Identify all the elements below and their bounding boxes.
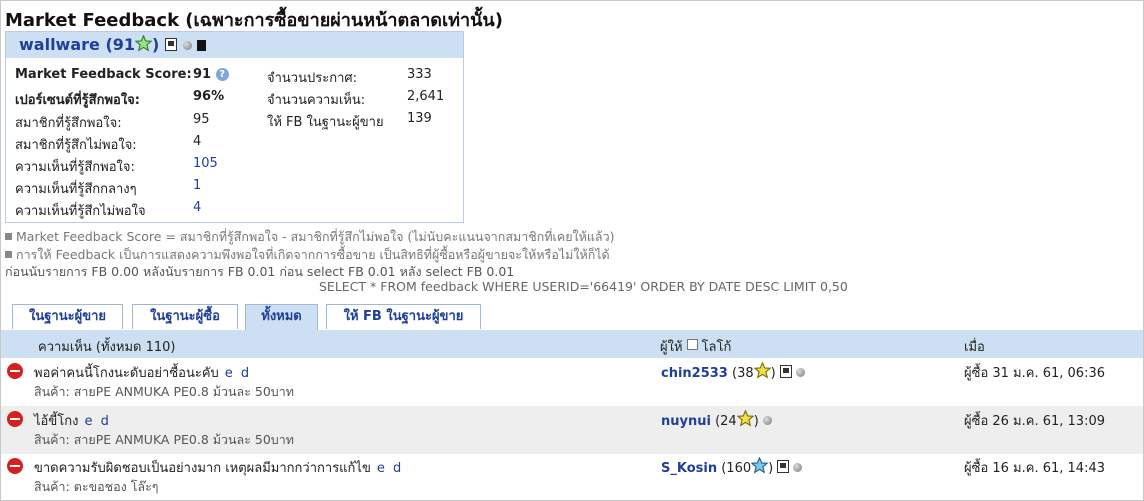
- help-icon[interactable]: ?: [215, 68, 229, 81]
- stat-label-score: Market Feedback Score:: [15, 67, 192, 82]
- status-dot-icon: [795, 368, 805, 377]
- user-score: (91: [105, 35, 136, 54]
- note-text: การให้ Feedback เป็นการแสดงความพึงพอใจที…: [16, 247, 610, 262]
- comment-body: ขาดความรับผิดชอบเป็นอย่างมาก เหตุผลมีมาก…: [34, 461, 371, 476]
- stat-label-comments-pos: ความเห็นที่รู้สึกพอใจ:: [15, 160, 135, 175]
- column-logo-label: โลโก้: [701, 340, 732, 355]
- giver-name-link[interactable]: S_Kosin: [661, 461, 717, 476]
- star-icon: [736, 409, 755, 431]
- user-feedback-card: wallware (91) Market Feedback Score: 91 …: [5, 31, 464, 223]
- comment-body: พอค่าคนนี้โกงนะดับอย่าซื้อนะคับ: [34, 366, 219, 381]
- giver-name-link[interactable]: chin2533: [661, 366, 728, 381]
- stat-label-comments-total: จำนวนความเห็น:: [267, 93, 366, 108]
- stat-value-fb-as-seller: 139: [407, 111, 432, 126]
- feedback-date: ผู้ซื้อ 31 ม.ค. 61, 06:36: [964, 366, 1105, 381]
- tab-given-as-seller[interactable]: ให้ FB ในฐานะผู้ขาย: [326, 304, 481, 329]
- stat-label-members-pos: สมาชิกที่รู้สึกพอใจ:: [15, 116, 122, 131]
- edit-link[interactable]: e d: [84, 414, 110, 429]
- negative-feedback-icon: [7, 411, 23, 427]
- id-card-icon: [779, 365, 792, 378]
- comment-text: พอค่าคนนี้โกงนะดับอย่าซื้อนะคับ e d: [34, 362, 251, 383]
- stat-label-comments-neutral: ความเห็นที่รู้สึกกลางๆ: [15, 182, 137, 197]
- star-icon: [753, 361, 772, 383]
- status-dot-icon: [793, 463, 803, 472]
- tab-as-seller[interactable]: ในฐานะผู้ขาย: [12, 304, 123, 329]
- stat-label-comments-neg: ความเห็นที่รู้สึกไม่พอใจ: [15, 204, 146, 219]
- stat-value-members-neg: 4: [193, 134, 202, 149]
- tab-all[interactable]: ทั้งหมด: [245, 304, 318, 331]
- table-row: ไอ้ขี้โกง e d สินค้า: สายPE ANMUKA PE0.8 …: [1, 406, 1143, 454]
- score-value: 91: [193, 67, 212, 82]
- stat-value-score: 91 ?: [193, 67, 229, 82]
- column-giver: ผู้ให้ โลโก้: [660, 336, 731, 357]
- edit-link[interactable]: e d: [225, 366, 251, 381]
- giver-score-close: ): [770, 366, 776, 381]
- stat-label-listings: จำนวนประกาศ:: [267, 71, 358, 86]
- stat-value-comments-neg[interactable]: 4: [193, 200, 201, 215]
- stat-value-listings: 333: [407, 67, 432, 82]
- star-icon: [750, 456, 769, 478]
- negative-feedback-icon: [7, 363, 23, 379]
- column-giver-label: ผู้ให้: [660, 340, 683, 355]
- status-dot-icon: [762, 416, 772, 425]
- page-title: Market Feedback (เฉพาะการซื้อขายผ่านหน้า…: [5, 10, 503, 31]
- stat-value-comments-neutral[interactable]: 1: [193, 178, 201, 193]
- giver: S_Kosin (160): [661, 456, 803, 478]
- star-icon: [134, 34, 153, 56]
- giver: nuynui (24): [661, 409, 772, 431]
- comment-text: ขาดความรับผิดชอบเป็นอย่างมาก เหตุผลมีมาก…: [34, 457, 403, 478]
- column-comment: ความเห็น (ทั้งหมด 110): [38, 340, 176, 355]
- giver-score: (24: [715, 414, 737, 429]
- comment-text: ไอ้ขี้โกง e d: [34, 410, 111, 431]
- product-text: สินค้า: ตะขอชอง โล๊ะๆ: [34, 479, 159, 494]
- stat-label-members-neg: สมาชิกที่รู้สึกไม่พอใจ:: [15, 138, 137, 153]
- logo-toggle-checkbox[interactable]: [686, 339, 698, 350]
- stat-label-fb-as-seller: ให้ FB ในฐานะผู้ขาย: [267, 115, 384, 130]
- phone-icon: [197, 40, 207, 51]
- table-row: ขาดความรับผิดชอบเป็นอย่างมาก เหตุผลมีมาก…: [1, 453, 1143, 501]
- feedback-date: ผู้ซื้อ 26 ม.ค. 61, 13:09: [964, 414, 1105, 429]
- stat-value-members-pos: 95: [193, 112, 210, 127]
- bullet-icon: [5, 251, 12, 258]
- card-header: wallware (91): [6, 32, 463, 58]
- id-card-icon: [777, 460, 790, 473]
- note-score-formula: Market Feedback Score = สมาชิกที่รู้สึกพ…: [5, 227, 614, 247]
- table-header: ความเห็น (ทั้งหมด 110) ผู้ให้ โลโก้ เมื่อ: [1, 330, 1143, 358]
- table-row: พอค่าคนนี้โกงนะดับอย่าซื้อนะคับ e d สินค้…: [1, 358, 1143, 406]
- status-dot-icon: [182, 41, 192, 50]
- product-text: สินค้า: สายPE ANMUKA PE0.8 ม้วนละ 50บาท: [34, 432, 294, 447]
- feedback-date: ผู้ซื้อ 16 ม.ค. 61, 14:43: [964, 461, 1105, 476]
- sql-debug: SELECT * FROM feedback WHERE USERID='664…: [319, 279, 848, 294]
- username-link[interactable]: wallware: [19, 35, 100, 54]
- negative-feedback-icon: [7, 458, 23, 474]
- user-heading: wallware (91): [19, 34, 207, 56]
- stat-value-percent: 96%: [193, 89, 225, 104]
- stat-label-percent: เปอร์เซนต์ที่รู้สึกพอใจ:: [15, 93, 140, 108]
- note-text: Market Feedback Score = สมาชิกที่รู้สึกพ…: [16, 229, 615, 244]
- comment-body: ไอ้ขี้โกง: [34, 414, 79, 429]
- column-when: เมื่อ: [964, 340, 985, 355]
- giver-score-close: ): [753, 414, 759, 429]
- giver-score: (38: [732, 366, 754, 381]
- giver-score-close: ): [768, 461, 774, 476]
- bullet-icon: [5, 233, 12, 240]
- edit-link[interactable]: e d: [377, 461, 403, 476]
- giver-score: (160: [721, 461, 752, 476]
- giver: chin2533 (38): [661, 361, 805, 383]
- stat-value-comments-pos[interactable]: 105: [193, 156, 218, 171]
- user-score-close: ): [152, 35, 160, 54]
- product-text: สินค้า: สายPE ANMUKA PE0.8 ม้วนละ 50บาท: [34, 384, 294, 399]
- giver-name-link[interactable]: nuynui: [661, 414, 711, 429]
- stat-value-comments-total: 2,641: [407, 89, 445, 104]
- id-card-icon: [164, 38, 177, 51]
- tab-as-buyer[interactable]: ในฐานะผู้ซื้อ: [132, 304, 238, 329]
